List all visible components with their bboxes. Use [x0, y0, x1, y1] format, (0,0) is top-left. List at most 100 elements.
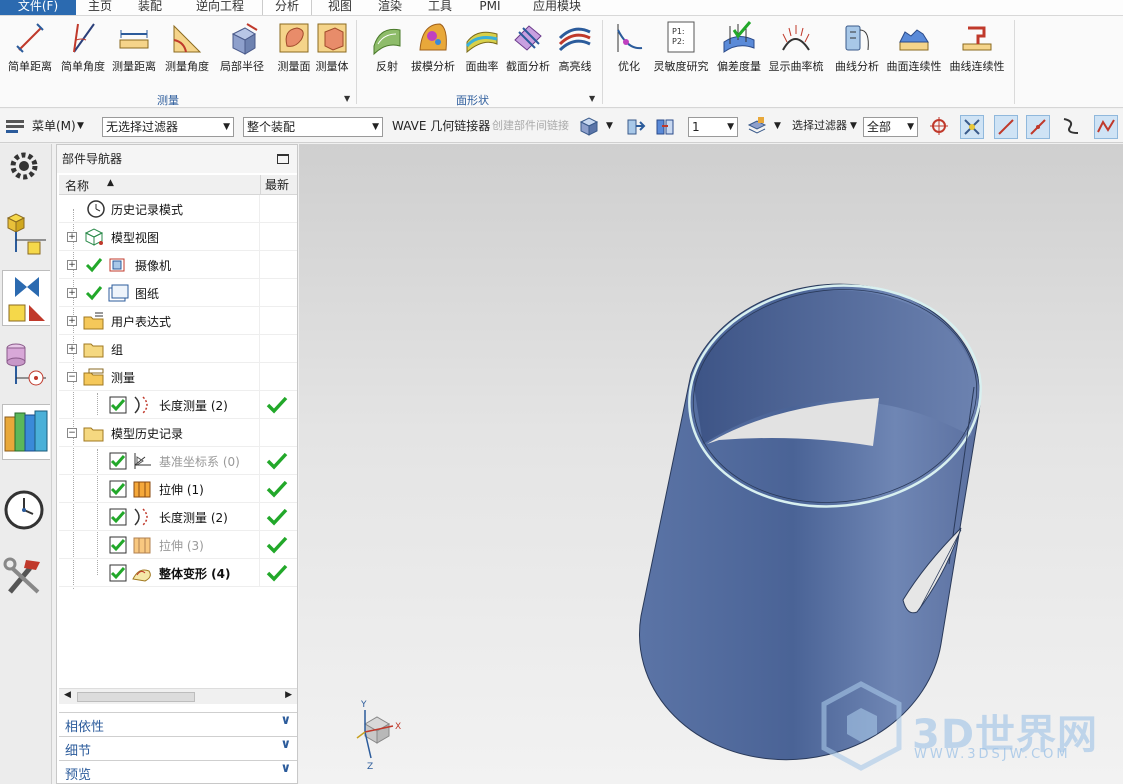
measure-angle-button[interactable]: 测量角度	[159, 20, 215, 82]
reuse-library-icon[interactable]	[2, 404, 50, 460]
polyline-select-icon[interactable]	[1094, 115, 1118, 139]
tree-row-model-history[interactable]: − 模型历史记录	[59, 419, 297, 447]
column-latest-header[interactable]: 最新	[260, 175, 297, 195]
group-divider	[1014, 20, 1015, 104]
tab-tools[interactable]: 工具	[420, 0, 460, 15]
simple-distance-button[interactable]: 简单距离	[2, 20, 58, 82]
highlight-lines-button[interactable]: 高亮线	[547, 20, 603, 82]
line-select-icon[interactable]	[994, 115, 1018, 139]
wave-geometry-linker-label[interactable]: WAVE 几何链接器	[392, 115, 490, 137]
curve-select-icon[interactable]	[1060, 115, 1084, 139]
measure-distance-button[interactable]: 测量距离	[106, 20, 162, 82]
tree-row-history-mode[interactable]: 历史记录模式	[59, 195, 297, 223]
local-radius-button[interactable]: 局部半径	[214, 20, 270, 82]
checkbox-checked-icon[interactable]	[109, 564, 127, 582]
curve-analysis-button[interactable]: 曲线分析	[829, 20, 885, 82]
layer-combo[interactable]: 1 ▼	[688, 117, 738, 137]
menu-icon[interactable]	[4, 116, 28, 140]
select-all-icon[interactable]	[960, 115, 984, 139]
tab-pmi[interactable]: PMI	[470, 0, 510, 15]
tab-home[interactable]: 主页	[80, 0, 120, 15]
simple-angle-button[interactable]: 简单角度	[55, 20, 111, 82]
curvature-comb-button[interactable]: 显示曲率梳	[768, 20, 824, 82]
graphics-window[interactable]: Y X Z 3D世界网 WWW.3DSJW.COM	[299, 144, 1123, 784]
expand-icon[interactable]: +	[67, 344, 77, 354]
extract-geometry-icon[interactable]	[624, 115, 648, 139]
cube-view-icon[interactable]	[578, 115, 602, 139]
tree-row-length-measure[interactable]: 长度测量 (2)	[59, 391, 297, 419]
checkbox-checked-icon[interactable]	[109, 480, 127, 498]
tab-applications[interactable]: 应用模块	[522, 0, 592, 15]
sensitivity-study-button[interactable]: P1: P2: 灵敏度研究	[653, 20, 709, 82]
snap-point-icon[interactable]	[928, 115, 952, 139]
tree-row-length-measure-history[interactable]: 长度测量 (2)	[59, 503, 297, 531]
checkbox-checked-icon[interactable]	[109, 452, 127, 470]
curve-continuity-button[interactable]: 曲线连续性	[949, 20, 1005, 82]
horizontal-scrollbar[interactable]: ◀ ▶	[59, 688, 297, 704]
tree-row-global-shaping[interactable]: 整体变形 (4)	[59, 559, 297, 587]
system-tools-icon[interactable]	[2, 548, 50, 604]
history-clock-icon[interactable]	[2, 482, 50, 538]
tree-row-extrude-3[interactable]: 拉伸 (3)	[59, 531, 297, 559]
tree-row-user-expressions[interactable]: + 用户表达式	[59, 307, 297, 335]
expand-icon[interactable]: +	[67, 288, 77, 298]
tree-row-measurement[interactable]: − 测量	[59, 363, 297, 391]
column-name-header[interactable]: 名称	[65, 177, 89, 194]
tab-view[interactable]: 视图	[320, 0, 360, 15]
drawing-sheet-icon	[107, 283, 129, 303]
scroll-right-icon[interactable]: ▶	[285, 690, 292, 700]
tree-row-model-views[interactable]: + 模型视图	[59, 223, 297, 251]
checkbox-checked-icon[interactable]	[109, 508, 127, 526]
details-panel[interactable]: 细节 ∨	[59, 736, 297, 759]
tab-render[interactable]: 渲染	[370, 0, 410, 15]
collapse-icon[interactable]: −	[67, 372, 77, 382]
expand-icon[interactable]: +	[67, 260, 77, 270]
optimize-button[interactable]: 优化	[601, 20, 657, 82]
expand-icon[interactable]: +	[67, 232, 77, 242]
surface-continuity-button[interactable]: 曲面连续性	[886, 20, 942, 82]
chevron-down-icon[interactable]: ▼	[774, 115, 781, 137]
expand-icon[interactable]: +	[67, 316, 77, 326]
extrude-icon	[131, 479, 153, 499]
collapse-icon[interactable]: −	[67, 428, 77, 438]
mirror-geometry-icon[interactable]	[654, 115, 678, 139]
measure-group-expand-icon[interactable]: ▼	[344, 94, 350, 103]
tab-assembly[interactable]: 装配	[130, 0, 170, 15]
chevron-down-icon[interactable]: ▼	[850, 115, 857, 137]
cylinder-model[interactable]: Y X Z	[299, 144, 1123, 784]
tab-file[interactable]: 文件(F)	[0, 0, 76, 15]
tab-analysis[interactable]: 分析	[262, 0, 312, 15]
preview-panel[interactable]: 预览 ∨	[59, 760, 297, 783]
draft-analysis-button[interactable]: 拔模分析	[405, 20, 461, 82]
segment-select-icon[interactable]	[1026, 115, 1050, 139]
maximize-icon[interactable]	[277, 154, 289, 164]
tree-row-drawings[interactable]: + 图纸	[59, 279, 297, 307]
layer-settings-icon[interactable]	[746, 115, 770, 139]
tree-row-extrude-1[interactable]: 拉伸 (1)	[59, 475, 297, 503]
assembly-navigator-icon[interactable]	[2, 206, 50, 262]
selection-filter-combo[interactable]: 无选择过滤器 ▼	[102, 117, 234, 137]
roles-gear-icon[interactable]	[2, 144, 50, 200]
deviation-gauge-button[interactable]: 偏差度量	[711, 20, 767, 82]
select-filter-label[interactable]: 选择过滤器	[792, 115, 847, 137]
chevron-down-icon: ∨	[280, 737, 291, 752]
tree-row-groups[interactable]: + 组	[59, 335, 297, 363]
chevron-down-icon[interactable]: ▼	[606, 115, 613, 137]
scroll-left-icon[interactable]: ◀	[64, 690, 71, 700]
scope-combo[interactable]: 全部 ▼	[863, 117, 918, 137]
constraint-navigator-icon[interactable]	[2, 270, 50, 326]
tab-reverse-engineering[interactable]: 逆向工程	[185, 0, 255, 15]
checkbox-checked-icon[interactable]	[109, 536, 127, 554]
menu-button[interactable]: 菜单(M)	[32, 115, 76, 137]
shape-group-expand-icon[interactable]: ▼	[589, 94, 595, 103]
checkbox-checked-icon[interactable]	[109, 396, 127, 414]
assembly-scope-combo[interactable]: 整个装配 ▼	[243, 117, 383, 137]
sort-ascending-icon: ▲	[107, 178, 114, 188]
dependencies-panel[interactable]: 相依性 ∨	[59, 712, 297, 735]
tree-row-datum-csys[interactable]: 基准坐标系 (0)	[59, 447, 297, 475]
tree-row-cameras[interactable]: + 摄像机	[59, 251, 297, 279]
scroll-thumb[interactable]	[77, 692, 195, 702]
measure-body-button[interactable]: 测量体	[304, 20, 360, 82]
menu-dropdown-icon[interactable]: ▼	[77, 115, 84, 137]
part-navigator-icon[interactable]	[2, 338, 50, 394]
